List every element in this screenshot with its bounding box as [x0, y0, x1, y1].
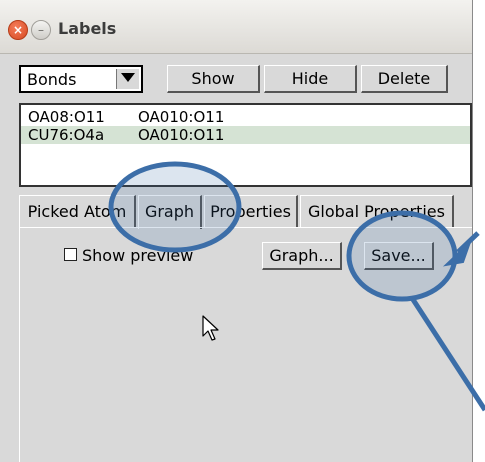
- show-button[interactable]: Show: [167, 65, 260, 93]
- hide-button[interactable]: Hide: [264, 65, 357, 93]
- delete-button[interactable]: Delete: [361, 65, 448, 93]
- tab-graph[interactable]: Graph: [138, 195, 202, 229]
- tab-global-properties[interactable]: Global Properties: [300, 195, 454, 227]
- label-type-value: Bonds: [27, 70, 77, 89]
- label-type-select[interactable]: Bonds: [19, 65, 143, 93]
- show-preview-label: Show preview: [82, 246, 194, 265]
- title-bar: × – Labels: [0, 0, 472, 54]
- dropdown-arrow-icon[interactable]: [116, 69, 139, 89]
- graph-button[interactable]: Graph...: [262, 242, 342, 270]
- list-item-selected[interactable]: CU76:O4a OA010:O11: [21, 126, 470, 144]
- labels-list[interactable]: OA08:O11 OA010:O11 CU76:O4a OA010:O11: [19, 103, 472, 187]
- list-item-atom-1: CU76:O4a: [28, 126, 105, 144]
- save-button[interactable]: Save...: [364, 242, 434, 270]
- minimize-icon[interactable]: –: [31, 20, 51, 40]
- list-item[interactable]: OA08:O11 OA010:O11: [21, 108, 470, 126]
- list-item-atom-2: OA010:O11: [138, 108, 225, 126]
- tab-properties[interactable]: Properties: [204, 195, 298, 227]
- checkbox-box[interactable]: [64, 248, 77, 261]
- tab-picked-atom[interactable]: Picked Atom: [19, 195, 136, 227]
- list-item-atom-1: OA08:O11: [28, 108, 105, 126]
- labels-window: × – Labels Bonds Show Hide Delete OA08:O…: [0, 0, 473, 462]
- window-title: Labels: [58, 19, 117, 38]
- close-icon[interactable]: ×: [8, 20, 28, 40]
- list-item-atom-2: OA010:O11: [138, 126, 225, 144]
